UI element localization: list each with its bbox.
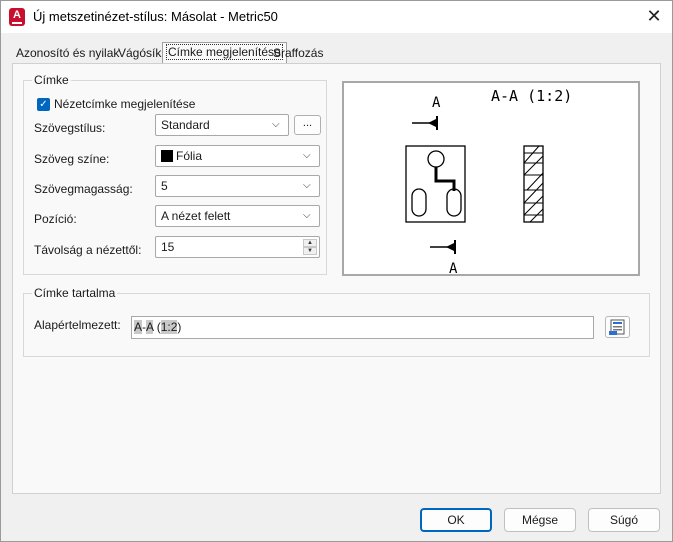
- text-style-select[interactable]: Standard ⌵: [155, 114, 289, 136]
- text-color-value: Fólia: [176, 149, 203, 163]
- chevron-down-icon: ⌵: [303, 150, 311, 161]
- color-swatch: [161, 150, 173, 162]
- text-color-select[interactable]: Fólia ⌵: [155, 145, 320, 167]
- distance-label: Távolság a nézettől:: [34, 243, 142, 257]
- tab-identifier-arrows[interactable]: Azonosító és nyilak: [13, 44, 122, 64]
- chevron-down-icon: ⌵: [303, 180, 311, 191]
- distance-spinner[interactable]: ▲ ▼: [303, 239, 317, 255]
- position-select[interactable]: A nézet felett ⌵: [155, 205, 320, 227]
- show-view-label-row[interactable]: ✓ Nézetcímke megjelenítése: [37, 96, 195, 112]
- arrow-bottom-icon: [430, 240, 456, 254]
- ok-button[interactable]: OK: [420, 508, 492, 532]
- arrow-top-icon: [412, 116, 438, 130]
- text-height-select[interactable]: 5 ⌵: [155, 175, 320, 197]
- show-view-label-checkbox[interactable]: ✓: [37, 97, 50, 111]
- text-color-label: Szöveg színe:: [34, 152, 110, 166]
- chevron-down-icon: ⌵: [272, 119, 280, 130]
- dialog-window: A Új metszetinézet-stílus: Másolat - Met…: [0, 0, 673, 542]
- part-view-shape: [405, 145, 466, 223]
- autocad-app-icon: A: [9, 8, 25, 26]
- field-editor-icon: [609, 319, 625, 335]
- label-content-field[interactable]: A-A (1:2): [131, 316, 594, 339]
- preview-label-a-bottom: A: [449, 261, 458, 274]
- text-height-value: 5: [161, 179, 168, 193]
- token-scale: 1:2: [160, 320, 178, 334]
- distance-input[interactable]: 15 ▲ ▼: [155, 236, 320, 258]
- position-value: A nézet felett: [161, 209, 231, 223]
- preview-drawing: A A-A (1:2) A: [405, 87, 572, 277]
- label-content-group: Címke tartalma Alapértelmezett: A-A (1:2…: [23, 286, 650, 357]
- title-bar: A Új metszetinézet-stílus: Másolat - Met…: [1, 1, 672, 33]
- show-view-label-text: Nézetcímke megjelenítése: [54, 97, 196, 111]
- close-button[interactable]: ✕: [642, 5, 666, 27]
- help-button[interactable]: Súgó: [588, 508, 660, 532]
- token-paren-close: ): [177, 320, 182, 334]
- spin-down-icon[interactable]: ▼: [303, 247, 317, 255]
- text-height-label: Szövegmagasság:: [34, 182, 133, 196]
- preview-view-label: A-A (1:2): [491, 87, 572, 105]
- label-group-title: Címke: [32, 73, 71, 87]
- text-style-browse-button[interactable]: ...: [294, 115, 321, 135]
- window-title: Új metszetinézet-stílus: Másolat - Metri…: [33, 9, 278, 24]
- tab-hatching[interactable]: Sraffozás: [270, 44, 326, 64]
- distance-value: 15: [161, 240, 175, 254]
- preview-label-a-top: A: [432, 95, 441, 111]
- text-style-value: Standard: [161, 118, 210, 132]
- token-paren-open: (: [153, 320, 161, 334]
- label-group: Címke ✓ Nézetcímke megjelenítése Szövegs…: [23, 73, 327, 275]
- chevron-down-icon: ⌵: [303, 210, 311, 221]
- field-editor-button[interactable]: [605, 316, 630, 338]
- spin-up-icon[interactable]: ▲: [303, 239, 317, 247]
- tab-cutting-plane[interactable]: Vágósík: [115, 44, 164, 64]
- cancel-button[interactable]: Mégse: [504, 508, 576, 532]
- tab-label-display-text: Címke megjelenítése: [166, 44, 283, 60]
- label-content-group-title: Címke tartalma: [32, 286, 118, 300]
- token-a: A: [134, 320, 143, 334]
- text-style-label: Szövegstílus:: [34, 121, 106, 135]
- position-label: Pozíció:: [34, 212, 77, 226]
- default-label: Alapértelmezett:: [34, 318, 121, 332]
- section-hatch-shape: [523, 145, 544, 223]
- section-view-preview: A A-A (1:2) A: [342, 81, 640, 277]
- tab-panel: Címke ✓ Nézetcímke megjelenítése Szövegs…: [12, 63, 661, 494]
- tab-label-display[interactable]: Címke megjelenítése: [162, 42, 287, 64]
